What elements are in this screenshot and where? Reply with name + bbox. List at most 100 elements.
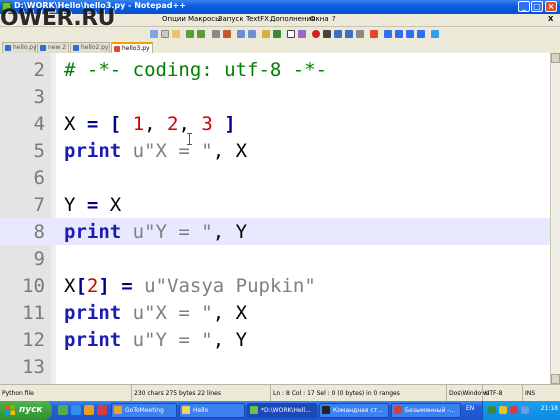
undo-icon[interactable] — [186, 30, 194, 38]
quicklaunch-explorer-icon[interactable] — [84, 405, 94, 415]
code-line[interactable]: 8 print u"Y = ", Y — [0, 218, 550, 245]
scroll-up-arrow-icon[interactable] — [551, 53, 560, 63]
code-line[interactable]: 4X = [ 1, 2, 3 ] — [0, 110, 550, 137]
tray-network-icon[interactable] — [488, 406, 496, 414]
find-icon[interactable] — [212, 30, 220, 38]
word-wrap-icon[interactable] — [273, 30, 281, 38]
play-macro-icon[interactable] — [334, 30, 342, 38]
menu-options[interactable]: Опции — [162, 15, 186, 23]
code-text: print u"X = ", X — [64, 302, 247, 324]
code-token: , Y — [212, 329, 248, 351]
paste-icon[interactable] — [172, 30, 180, 38]
code-line[interactable]: 2 # -*- coding: utf-8 -*- — [0, 56, 550, 83]
start-label: пуск — [19, 405, 43, 415]
stop-record-icon[interactable] — [323, 30, 331, 38]
minimize-button[interactable]: _ — [518, 1, 530, 12]
code-token: , X — [212, 140, 248, 162]
close-button[interactable]: × — [545, 1, 557, 12]
sort-icon[interactable] — [406, 30, 414, 38]
scroll-down-arrow-icon[interactable] — [551, 374, 560, 384]
tab-hello2-py[interactable]: hello2.py — [70, 42, 110, 53]
code-editor[interactable]: 2 # -*- coding: utf-8 -*- 3 4 X = [ 1, 2, 3 … — [0, 53, 550, 384]
quicklaunch-desktop-icon[interactable] — [58, 405, 68, 415]
line-number: 11 — [22, 302, 45, 324]
code-line[interactable]: 11 print u"X = ", X — [0, 299, 550, 326]
code-line[interactable]: 3 — [0, 83, 550, 110]
close-document-button[interactable]: X — [548, 15, 553, 23]
sync-scroll-icon[interactable] — [262, 30, 270, 38]
code-line[interactable]: 7Y = X — [0, 191, 550, 218]
start-button[interactable]: пуск — [0, 401, 52, 420]
indent-guide-icon[interactable] — [298, 30, 306, 38]
cut-icon[interactable] — [150, 30, 158, 38]
tray-antivirus-icon[interactable] — [510, 406, 518, 414]
run-macro-multiple-icon[interactable] — [345, 30, 353, 38]
code-token: u"Vasya Pupkin" — [144, 275, 316, 297]
vertical-scrollbar[interactable] — [550, 53, 560, 384]
status-encoding: UTF-8 — [482, 385, 525, 402]
zoom-out-icon[interactable] — [248, 30, 256, 38]
menu-run[interactable]: Запуск — [218, 15, 244, 23]
status-insert-mode: INS — [522, 385, 559, 402]
code-line[interactable]: 5 print u"X = ", X — [0, 137, 550, 164]
code-line[interactable]: 6 — [0, 164, 550, 191]
zoom-in-icon[interactable] — [237, 30, 245, 38]
taskbar-item-hello[interactable]: Hello — [179, 403, 245, 418]
record-macro-icon[interactable] — [312, 30, 320, 38]
taskbar-item-command-prompt[interactable]: Командная ст... — [319, 403, 389, 418]
taskbar-item-gotomeeting[interactable]: GoToMeeting — [111, 403, 177, 418]
tray-app-icon[interactable] — [521, 406, 529, 414]
code-line[interactable]: 9 — [0, 245, 550, 272]
maximize-button[interactable]: □ — [531, 1, 543, 12]
spell-check-icon[interactable] — [431, 30, 439, 38]
save-macro-icon[interactable] — [356, 30, 364, 38]
tray-volume-icon[interactable] — [499, 406, 507, 414]
redo-icon[interactable] — [197, 30, 205, 38]
code-token: X — [98, 194, 122, 216]
line-number: 5 — [33, 140, 45, 162]
menu-textfx[interactable]: TextFX — [246, 15, 269, 23]
code-token: u"X = " — [132, 140, 213, 162]
windows-taskbar: пуск GoToMeeting Hello *D:\WORK\Hell... … — [0, 401, 560, 420]
tab-hello-py[interactable]: hello.py — [2, 42, 37, 53]
code-token: ] — [224, 113, 236, 135]
move-down-icon[interactable] — [395, 30, 403, 38]
status-position: Ln : 8 Col : 17 Sel : 0 (0 bytes) in 0 r… — [270, 385, 448, 402]
menu-plugins[interactable]: Дополнения — [270, 15, 315, 23]
tab-new-2[interactable]: new 2 — [37, 42, 69, 53]
file-icon — [40, 45, 46, 51]
code-text: # -*- coding: utf-8 -*- — [64, 59, 327, 81]
code-token: = — [86, 194, 99, 216]
menu-help[interactable]: ? — [332, 15, 336, 23]
taskbar-item-notepad[interactable]: *D:\WORK\Hell... — [247, 403, 317, 418]
keyboard-language-indicator[interactable]: EN — [466, 405, 474, 412]
tab-label: new 2 — [48, 44, 67, 51]
quicklaunch-ie-icon[interactable] — [71, 405, 81, 415]
taskbar-item-untitled[interactable]: Безымянный -... — [391, 403, 461, 418]
notepad-plus-plus-icon — [250, 406, 258, 414]
quicklaunch-app-icon[interactable] — [97, 405, 107, 415]
code-token: u"Y = " — [132, 221, 213, 243]
copy-icon[interactable] — [161, 30, 169, 38]
move-up-icon[interactable] — [384, 30, 392, 38]
code-token: 3 — [201, 113, 213, 135]
menu-macros[interactable]: Макросы — [188, 15, 221, 23]
code-line[interactable]: 12 print u"Y = ", Y — [0, 326, 550, 353]
code-token: 2 — [86, 275, 99, 297]
code-token: 2 — [167, 113, 179, 135]
replace-icon[interactable] — [223, 30, 231, 38]
compare-icon[interactable] — [417, 30, 425, 38]
code-line[interactable]: 13 — [0, 353, 550, 380]
menu-windows[interactable]: Окна — [310, 15, 329, 23]
show-all-chars-icon[interactable] — [287, 30, 295, 38]
code-token: print — [64, 329, 122, 351]
code-line[interactable]: 10 X[2] = u"Vasya Pupkin" — [0, 272, 550, 299]
bookmark-icon[interactable] — [370, 30, 378, 38]
code-token: , — [178, 113, 202, 135]
app-icon — [394, 406, 402, 414]
line-number: 6 — [33, 167, 45, 189]
